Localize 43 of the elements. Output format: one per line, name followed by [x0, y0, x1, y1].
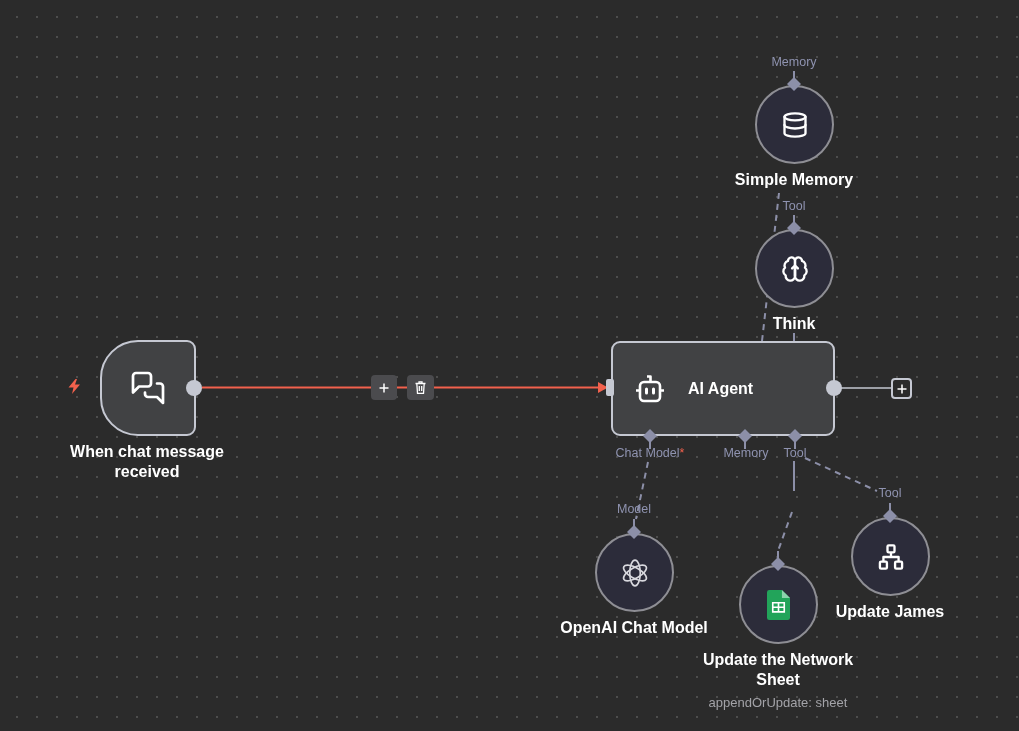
handle-label: Tool [782, 199, 806, 213]
node-label: Update James [835, 602, 945, 622]
agent-node[interactable]: AI Agent [611, 341, 835, 436]
input-handle-icon[interactable] [788, 429, 802, 449]
node-label: Simple Memory [734, 170, 854, 190]
input-handle-icon[interactable] [606, 379, 614, 396]
bolt-icon [67, 379, 82, 394]
node-label: OpenAI Chat Model [560, 618, 708, 638]
input-handle-icon[interactable] [738, 429, 752, 449]
input-label: Tool [783, 446, 807, 460]
node-label: AI Agent [688, 378, 754, 399]
plus-icon [379, 382, 389, 393]
plus-icon [896, 383, 907, 394]
handle-label: Model [617, 502, 651, 516]
database-icon [780, 110, 809, 139]
node-label: Think [772, 314, 816, 334]
output-handle-icon[interactable] [883, 503, 897, 523]
trash-icon [415, 381, 426, 394]
output-handle-icon[interactable] [787, 71, 801, 91]
handle-label: Memory [771, 55, 817, 69]
connection-line [777, 511, 793, 552]
add-node-button[interactable] [891, 378, 912, 399]
output-handle-icon[interactable] [771, 551, 785, 571]
handle-label: Tool [878, 486, 902, 500]
chat-bubbles-icon [130, 370, 166, 406]
sitemap-icon [876, 542, 905, 571]
delete-button[interactable] [407, 375, 434, 400]
input-label: Chat Model* [615, 446, 685, 460]
add-button[interactable] [371, 375, 397, 400]
brain-icon [780, 254, 809, 283]
output-handle-icon[interactable] [787, 215, 801, 235]
robot-icon [634, 373, 666, 404]
connection-line [793, 460, 795, 492]
spreadsheet-icon [767, 589, 790, 620]
input-handle-icon[interactable] [643, 429, 657, 449]
output-handle-icon[interactable] [627, 519, 641, 539]
node-label: When chat message received [69, 442, 225, 482]
trigger-node[interactable] [100, 340, 196, 436]
input-label: Memory [723, 446, 769, 460]
connection-line [793, 332, 795, 342]
connection-line [841, 387, 891, 389]
node-subtitle: appendOrUpdate: sheet [708, 695, 848, 711]
node-label: Update the Network Sheet [701, 650, 855, 690]
